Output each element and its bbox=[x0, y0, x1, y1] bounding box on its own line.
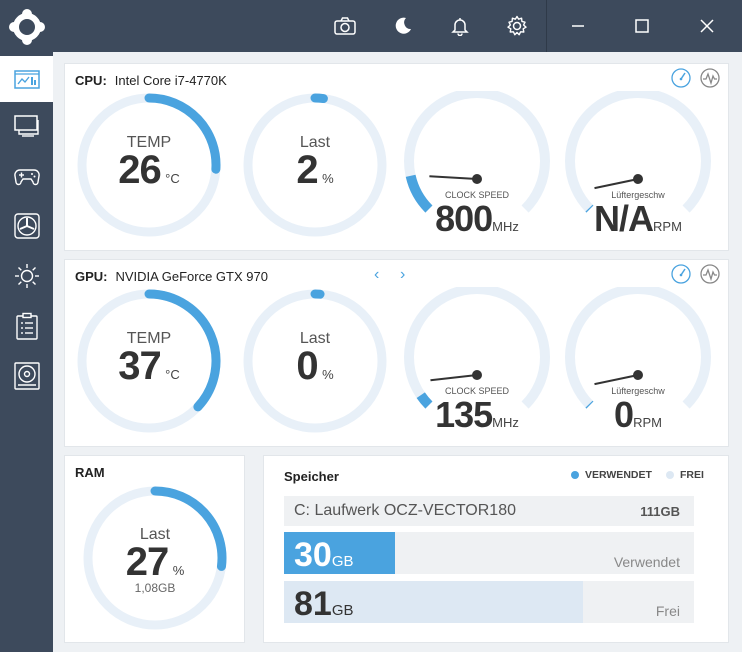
cpu-load-unit: % bbox=[322, 171, 334, 186]
fan-icon bbox=[13, 213, 40, 239]
gpu-clock-unit: MHz bbox=[492, 415, 519, 430]
cpu-panel: CPU: Intel Core i7-4770K TEMP 26 °C Last … bbox=[64, 63, 729, 251]
gpu-name: NVIDIA GeForce GTX 970 bbox=[115, 269, 268, 284]
maximize-button[interactable] bbox=[619, 0, 665, 52]
cpu-fan-unit: RPM bbox=[653, 219, 682, 234]
sidebar-item-brightness[interactable] bbox=[0, 253, 53, 299]
gpu-clock-readout: CLOCK SPEED 135MHz bbox=[403, 386, 551, 436]
camera-button[interactable] bbox=[326, 0, 364, 52]
gpu-temp-readout: TEMP 37 °C bbox=[75, 330, 223, 389]
cpu-temp-unit: °C bbox=[165, 171, 180, 186]
used-storage-label: Verwendet bbox=[613, 554, 680, 570]
gpu-prev-button[interactable]: ‹ bbox=[374, 266, 379, 284]
camera-icon bbox=[334, 17, 356, 35]
sidebar-item-disk[interactable] bbox=[0, 353, 53, 399]
app-logo-icon[interactable] bbox=[6, 6, 48, 48]
drive-size: 111GB bbox=[640, 503, 680, 519]
maximize-icon bbox=[635, 19, 649, 33]
gpu-title: GPU: NVIDIA GeForce GTX 970 bbox=[75, 269, 268, 284]
storage-panel: Speicher VERWENDET FREI C: Laufwerk OCZ-… bbox=[263, 455, 729, 643]
cpu-temp-value: 26 bbox=[118, 148, 161, 192]
sidebar-item-clipboard[interactable] bbox=[0, 303, 53, 349]
gpu-clock-value: 135 bbox=[435, 394, 493, 435]
ram-load-readout: Last 27 % 1,08GB bbox=[81, 526, 229, 595]
cpu-name: Intel Core i7-4770K bbox=[114, 73, 227, 88]
ram-load-value: 27 bbox=[125, 540, 169, 584]
legend-used: VERWENDET bbox=[571, 469, 652, 481]
gpu-next-button[interactable]: › bbox=[400, 266, 405, 284]
gpu-temp-unit: °C bbox=[165, 367, 180, 382]
graph-view-icon[interactable] bbox=[699, 263, 721, 285]
cpu-load-readout: Last 2 % bbox=[241, 134, 389, 193]
gear-icon bbox=[507, 15, 527, 36]
main-content: CPU: Intel Core i7-4770K TEMP 26 °C Last … bbox=[53, 52, 742, 652]
clipboard-icon bbox=[15, 312, 38, 340]
free-storage-bar: 81GB Frei bbox=[284, 581, 694, 623]
ram-panel: RAM Last 27 % 1,08GB bbox=[64, 455, 245, 643]
night-mode-button[interactable] bbox=[384, 0, 422, 52]
gpu-temp-value: 37 bbox=[118, 344, 161, 388]
monitor-icon bbox=[13, 115, 39, 137]
gpu-load-value: 0 bbox=[296, 344, 318, 388]
ram-title: RAM bbox=[75, 465, 105, 480]
sidebar bbox=[0, 52, 53, 652]
cpu-fan-readout: Lüftergeschw N/ARPM bbox=[564, 190, 712, 240]
close-icon bbox=[700, 19, 714, 33]
free-storage-value: 81GB bbox=[294, 585, 354, 623]
gpu-fan-readout: Lüftergeschw 0RPM bbox=[564, 386, 712, 436]
close-button[interactable] bbox=[684, 0, 730, 52]
cpu-fan-value: N/A bbox=[594, 198, 654, 239]
title-bar bbox=[0, 0, 742, 52]
gpu-load-unit: % bbox=[322, 367, 334, 382]
minimize-button[interactable] bbox=[555, 0, 601, 52]
legend-free-dot bbox=[666, 471, 674, 479]
sidebar-item-gaming[interactable] bbox=[0, 153, 53, 199]
legend-free: FREI bbox=[666, 469, 704, 481]
minimize-icon bbox=[572, 25, 584, 27]
disk-icon bbox=[13, 362, 40, 390]
drive-selector[interactable]: C: Laufwerk OCZ-VECTOR180 111GB bbox=[284, 496, 694, 526]
cpu-title: CPU: Intel Core i7-4770K bbox=[75, 73, 227, 88]
sidebar-item-fan[interactable] bbox=[0, 203, 53, 249]
used-storage-bar: 30GB Verwendet bbox=[284, 532, 694, 574]
ram-load-unit: % bbox=[172, 563, 185, 578]
brightness-icon bbox=[14, 264, 39, 288]
gpu-fan-unit: RPM bbox=[633, 415, 662, 430]
sidebar-item-dashboard[interactable] bbox=[0, 56, 53, 102]
titlebar-divider bbox=[546, 0, 547, 52]
used-storage-value: 30GB bbox=[294, 536, 354, 574]
gpu-load-readout: Last 0 % bbox=[241, 330, 389, 389]
sidebar-item-monitor[interactable] bbox=[0, 103, 53, 149]
ram-used-amount: 1,08GB bbox=[134, 581, 176, 595]
cpu-clock-readout: CLOCK SPEED 800MHz bbox=[403, 190, 551, 240]
gauge-view-icon[interactable] bbox=[670, 263, 692, 285]
graph-view-icon[interactable] bbox=[699, 67, 721, 89]
notifications-button[interactable] bbox=[441, 0, 479, 52]
gpu-panel: GPU: NVIDIA GeForce GTX 970 ‹ › TEMP 37 °… bbox=[64, 259, 729, 447]
drive-name: C: Laufwerk OCZ-VECTOR180 bbox=[294, 502, 516, 519]
bell-icon bbox=[451, 18, 469, 36]
cpu-clock-value: 800 bbox=[435, 198, 493, 239]
dashboard-icon bbox=[13, 70, 40, 89]
cpu-clock-unit: MHz bbox=[492, 219, 519, 234]
storage-title: Speicher bbox=[284, 469, 339, 484]
free-storage-label: Frei bbox=[655, 603, 680, 619]
moon-icon bbox=[395, 17, 411, 34]
cpu-temp-readout: TEMP 26 °C bbox=[75, 134, 223, 193]
settings-button[interactable] bbox=[498, 0, 536, 52]
cpu-load-value: 2 bbox=[296, 148, 318, 192]
gamepad-icon bbox=[13, 169, 40, 186]
legend-used-dot bbox=[571, 471, 579, 479]
gauge-view-icon[interactable] bbox=[670, 67, 692, 89]
gpu-fan-value: 0 bbox=[614, 394, 634, 435]
